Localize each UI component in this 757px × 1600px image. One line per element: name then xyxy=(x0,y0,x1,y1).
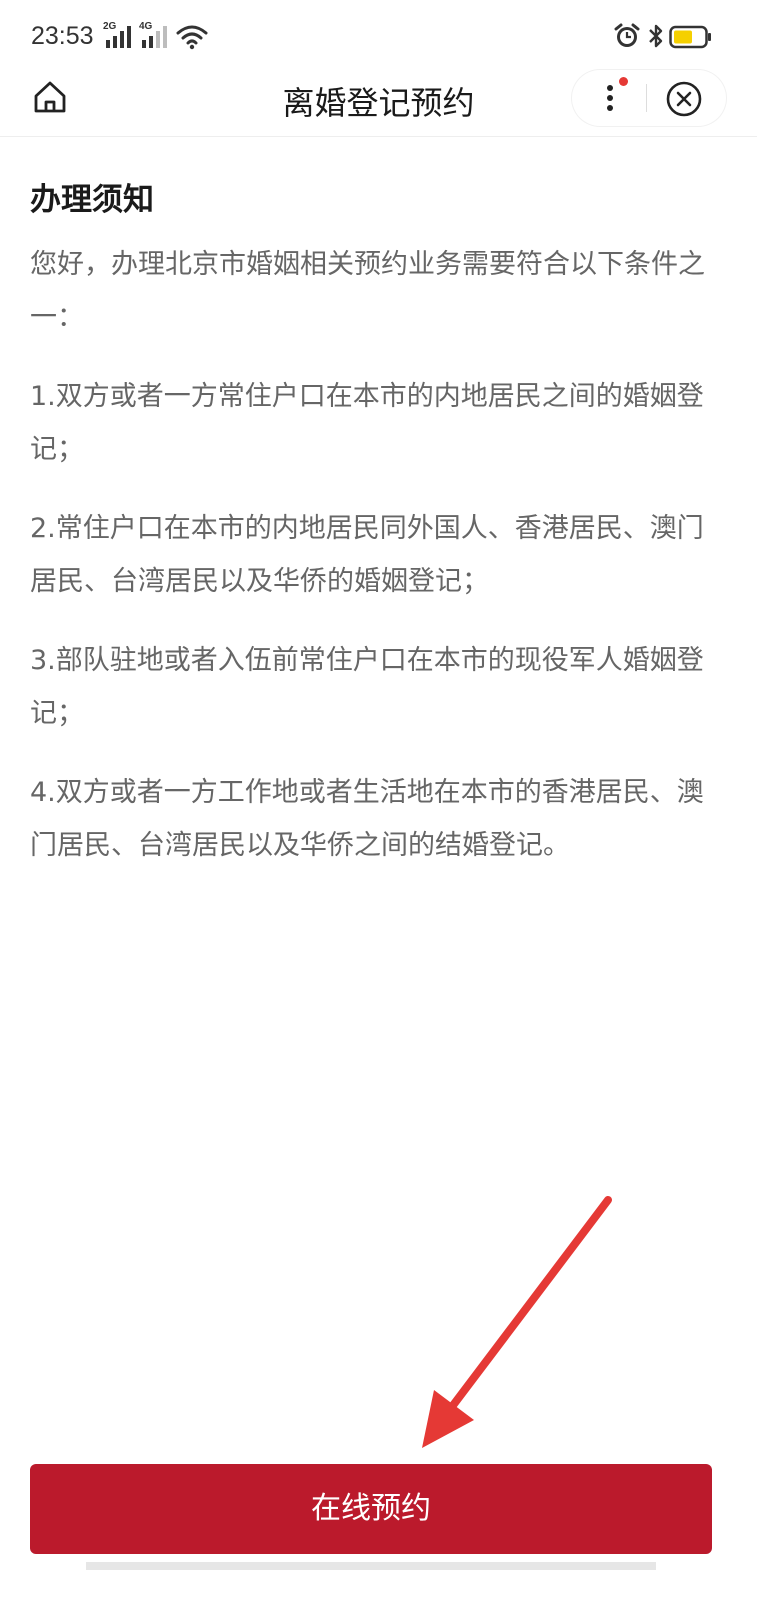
condition-item-4: 4.双方或者一方工作地或者生活地在本市的香港居民、澳门居民、台湾居民以及华侨之间… xyxy=(30,777,704,861)
signal-4g-icon: 4G xyxy=(139,21,175,50)
notice-content: 办理须知 您好，办理北京市婚姻相关预约业务需要符合以下条件之一： 1.双方或者一… xyxy=(30,176,720,898)
bluetooth-icon xyxy=(646,22,666,54)
annotation-arrow-icon xyxy=(422,1196,612,1448)
notification-dot xyxy=(619,77,628,86)
capsule-divider xyxy=(646,84,647,112)
condition-item-2: 2.常住户口在本市的内地居民同外国人、香港居民、澳门居民、台湾居民以及华侨的婚姻… xyxy=(30,513,704,597)
wifi-icon xyxy=(176,24,208,54)
online-booking-button[interactable]: 在线预约 xyxy=(30,1464,712,1554)
condition-item-3: 3.部队驻地或者入伍前常住户口在本市的现役军人婚姻登记； xyxy=(30,645,704,729)
battery-icon xyxy=(669,24,713,54)
status-time: 23:53 xyxy=(31,22,94,50)
condition-item-1: 1.双方或者一方常住户口在本市的内地居民之间的婚姻登记； xyxy=(30,381,704,465)
section-heading: 办理须知 xyxy=(30,182,154,218)
signal-2g-icon: 2G xyxy=(103,21,139,50)
close-circle-icon[interactable] xyxy=(665,80,703,118)
status-bar: 23:53 2G 4G xyxy=(0,0,757,64)
more-vertical-icon[interactable] xyxy=(596,80,632,116)
intro-text: 您好，办理北京市婚姻相关预约业务需要符合以下条件之一： xyxy=(30,249,705,333)
bottom-strip xyxy=(86,1562,656,1570)
mini-program-capsule xyxy=(572,70,726,126)
navigation-bar: 离婚登记预约 xyxy=(0,64,757,137)
alarm-icon xyxy=(613,22,641,54)
